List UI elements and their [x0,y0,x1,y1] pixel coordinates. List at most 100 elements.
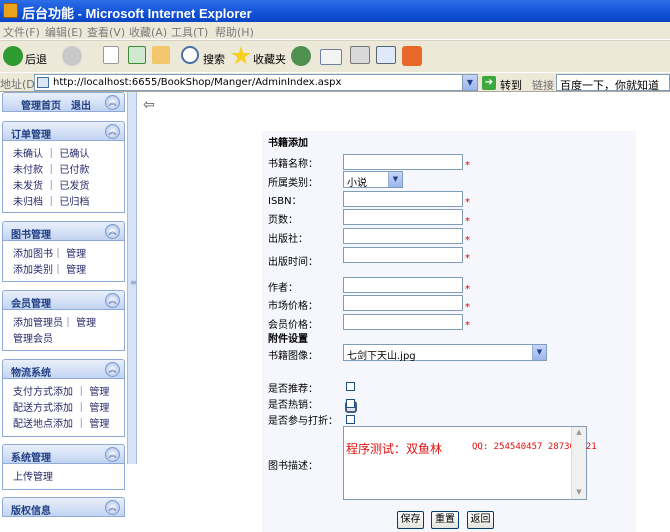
textarea-scrollbar[interactable]: ▲ ▼ [571,427,586,499]
go-button-label[interactable]: 转到 [500,77,522,93]
nav-link[interactable]: 未确认 ｜ 已确认 [13,145,89,160]
refresh-icon[interactable] [128,46,146,64]
nav-link[interactable]: 添加图书｜ 管理 [13,245,86,260]
publisher-input[interactable] [343,228,463,244]
home-icon[interactable] [152,46,170,64]
nav-section-system[interactable]: 系统管理 ︽ [2,444,125,464]
splitter-grip-icon[interactable]: ≡ [130,278,137,287]
isbn-input[interactable] [343,191,463,207]
scroll-down-icon[interactable]: ▼ [574,488,584,498]
nav-section-books-body: 添加图书｜ 管理 添加类别｜ 管理 [2,241,125,282]
label-author: 作者： [268,283,298,294]
hot-checkbox[interactable] [346,399,355,408]
nav-link[interactable]: 配送方式添加 ｜ 管理 [13,399,109,414]
collapse-icon[interactable]: ︽ [105,500,120,515]
go-arrow-icon[interactable]: ➔ [482,76,496,90]
nav-link[interactable]: 添加管理员｜ 管理 [13,314,96,329]
favorites-star-icon[interactable] [231,46,251,65]
category-value: 小说 [347,178,367,189]
menu-tools[interactable]: 工具(T) [171,24,208,40]
nav-link[interactable]: 未归档 ｜ 已归档 [13,193,89,208]
edit-icon[interactable] [376,46,396,64]
category-select[interactable]: 小说 ▼ [343,171,403,189]
search-button-label[interactable]: 搜索 [203,51,225,67]
nav-link[interactable]: 配送地点添加 ｜ 管理 [13,415,109,430]
nav-section-orders[interactable]: 订单管理 ︽ [2,121,125,141]
nav-section-members[interactable]: 会员管理 ︽ [2,290,125,310]
recommend-checkbox[interactable] [346,382,355,391]
menu-favorites[interactable]: 收藏(A) [129,24,167,40]
scroll-up-icon[interactable]: ▲ [574,428,584,438]
nav-link[interactable]: 未发货 ｜ 已发货 [13,177,89,192]
menu-help[interactable]: 帮助(H) [215,24,254,40]
back-button[interactable]: 返回 [467,511,494,529]
collapse-icon[interactable]: ︽ [105,447,120,462]
pages-input[interactable] [343,209,463,225]
history-icon[interactable] [291,46,311,66]
address-url[interactable]: http://localhost:6655/BookShop/Manger/Ad… [53,77,341,88]
page-content: 管理首页 退出 ︽ 订单管理 ︽ 未确认 ｜ 已确认 未付款 ｜ 已付款 未发货… [0,92,670,532]
chevron-down-icon[interactable]: ▼ [462,75,477,90]
required-mark: * [465,216,470,227]
save-button[interactable]: 保存 [397,511,424,529]
description-textarea[interactable]: 程序测试：双鱼林 QQ: 254540457 287307421 ▲ ▼ [343,426,597,500]
nav-home-link[interactable]: 管理首页 [21,97,61,112]
label-market-price: 市场价格： [268,301,318,312]
frame-splitter[interactable]: ≡ [127,92,137,464]
nav-section-members-body: 添加管理员｜ 管理 管理会员 [2,310,125,351]
forward-icon[interactable] [62,46,82,66]
collapse-left-arrow-icon[interactable]: ⇦ [143,97,155,113]
nav-link[interactable]: 上传管理 [13,468,53,483]
links-label[interactable]: 链接 [532,77,554,93]
baidu-search-input[interactable]: 百度一下，你就知道 [556,74,670,91]
nav-top-bar: 管理首页 退出 ︽ [2,92,125,112]
messenger-icon[interactable] [402,46,422,66]
required-mark: * [465,253,470,264]
collapse-icon[interactable]: ︽ [105,293,120,308]
menu-file[interactable]: 文件(F) [3,24,40,40]
nav-section-copyright[interactable]: 版权信息 ︽ [2,497,125,517]
back-button-label[interactable]: 后退 [25,51,47,67]
address-input[interactable]: http://localhost:6655/BookShop/Manger/Ad… [34,74,478,91]
collapse-icon[interactable]: ︽ [105,124,120,139]
discount-checkbox[interactable] [346,415,355,424]
print-icon[interactable] [350,46,370,64]
pubdate-input[interactable] [343,247,463,263]
member-price-input[interactable] [343,314,463,330]
label-book-name: 书籍名称： [268,159,318,170]
chevron-down-icon[interactable]: ▼ [388,172,402,187]
nav-link[interactable]: 添加类别｜ 管理 [13,261,86,276]
favorites-button-label[interactable]: 收藏夹 [253,51,286,67]
book-image-select[interactable]: 七剑下天山.jpg ▼ [343,344,547,362]
reset-button[interactable]: 重置 [431,511,459,529]
nav-section-title: 图书管理 [11,230,51,241]
menu-view[interactable]: 查看(V) [87,24,125,40]
book-name-input[interactable] [343,154,463,170]
label-publisher: 出版社： [268,234,308,245]
nav-section-logistics[interactable]: 物流系统 ︽ [2,359,125,379]
address-bar: 地址(D) http://localhost:6655/BookShop/Man… [0,72,670,92]
chevron-down-icon[interactable]: ▼ [532,345,546,360]
collapse-icon[interactable]: ︽ [105,95,120,110]
nav-logout-link[interactable]: 退出 [71,97,91,112]
required-mark: * [465,320,470,331]
market-price-input[interactable] [343,295,463,311]
nav-section-books[interactable]: 图书管理 ︽ [2,221,125,241]
back-icon[interactable] [3,46,23,66]
label-discount: 是否参与打折： [268,416,338,427]
nav-link[interactable]: 支付方式添加 ｜ 管理 [13,383,109,398]
collapse-icon[interactable]: ︽ [105,224,120,239]
search-icon[interactable] [181,46,199,64]
nav-link[interactable]: 管理会员 [13,330,53,345]
required-mark: * [465,197,470,208]
nav-section-title: 系统管理 [11,453,51,464]
mail-icon[interactable] [320,49,342,65]
collapse-icon[interactable]: ︽ [105,362,120,377]
label-member-price: 会员价格： [268,320,318,331]
menu-edit[interactable]: 编辑(E) [45,24,83,40]
nav-link[interactable]: 未付款 ｜ 已付款 [13,161,89,176]
label-recommend: 是否推荐： [268,384,318,395]
nav-section-title: 版权信息 [11,506,51,517]
stop-icon[interactable] [103,46,119,64]
author-input[interactable] [343,277,463,293]
